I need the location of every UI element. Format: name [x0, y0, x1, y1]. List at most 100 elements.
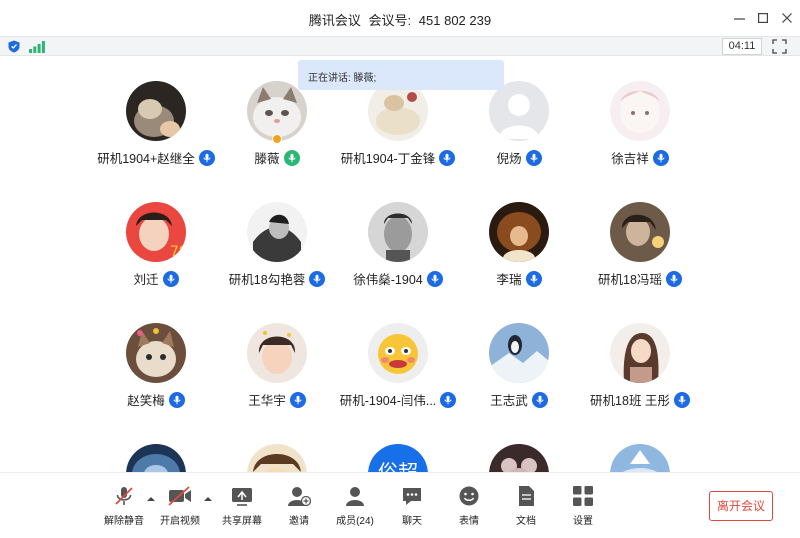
microphone-icon — [525, 270, 542, 287]
participant-name: 研机-1904-闫伟... — [339, 394, 437, 408]
speaking-indicator: 正在讲话: 滕薇; — [298, 60, 504, 90]
fullscreen-icon[interactable] — [772, 39, 787, 54]
microphone-muted-icon — [115, 487, 133, 505]
avatar-image: 79 — [126, 202, 186, 262]
microphone-icon — [531, 391, 548, 408]
microphone-icon — [673, 391, 690, 408]
participant-tile[interactable] — [207, 444, 347, 472]
meeting-toolbar: 解除静音 开启视频 共享屏幕 邀请 成员(24) 聊天 表情 文档 设置 离开会… — [0, 472, 800, 538]
avatar-image — [368, 202, 428, 262]
microphone-icon — [162, 270, 179, 287]
members-button[interactable]: 成员(24) — [327, 485, 383, 531]
network-signal-icon[interactable] — [29, 41, 45, 53]
avatar — [247, 323, 307, 383]
share-screen-button[interactable]: 共享屏幕 — [214, 485, 270, 531]
app-name: 腾讯会议 — [308, 13, 361, 28]
participant-name-row: 研机18班 王彤 — [550, 390, 730, 409]
close-icon — [782, 13, 792, 23]
close-button[interactable] — [774, 6, 800, 30]
meeting-id-label: 会议号: — [368, 13, 412, 28]
avatar-image — [247, 202, 307, 262]
avatar — [247, 81, 307, 141]
participant-name: 王华宇 — [248, 394, 286, 408]
unmute-label: 解除静音 — [104, 516, 144, 527]
avatar — [489, 444, 549, 472]
participant-name: 研机1904+赵继全 — [97, 152, 195, 166]
participant-name: 王志武 — [490, 394, 528, 408]
avatar — [489, 202, 549, 262]
maximize-button[interactable] — [750, 6, 776, 30]
microphone-icon — [168, 391, 185, 408]
share-screen-label: 共享屏幕 — [222, 516, 262, 527]
avatar — [610, 202, 670, 262]
chat-button[interactable]: 聊天 — [384, 485, 440, 531]
settings-button[interactable]: 设置 — [555, 485, 611, 531]
emoji-icon — [459, 486, 479, 506]
video-options-caret-icon[interactable] — [203, 495, 213, 503]
participant-name: 徐伟燊-1904 — [353, 273, 423, 287]
avatar-image — [489, 444, 549, 472]
avatar — [126, 444, 186, 472]
avatar-image — [610, 323, 670, 383]
meeting-id: 451 802 239 — [418, 13, 492, 28]
members-label: 成员(24) — [336, 516, 374, 527]
avatar-text: 俗超 — [368, 456, 428, 472]
start-video-button[interactable]: 开启视频 — [152, 485, 208, 531]
title-bar: 腾讯会议 会议号: 451 802 239 — [0, 0, 800, 36]
participant-tile[interactable] — [570, 444, 710, 472]
avatar-image — [610, 444, 670, 472]
avatar — [368, 202, 428, 262]
avatar: 俗超 — [368, 444, 428, 472]
participant-grid: 研机1904+赵继全 滕薇 研机1904-丁金锋 倪炀 徐吉祥 79 刘迁 研机… — [0, 56, 800, 472]
avatar-image — [368, 81, 428, 141]
security-shield-icon[interactable] — [8, 40, 20, 53]
participant-name: 刘迁 — [133, 273, 159, 287]
host-badge-icon — [272, 134, 282, 144]
default-avatar-image — [489, 81, 549, 141]
microphone-icon — [652, 149, 669, 166]
participant-name: 研机18冯瑶 — [598, 273, 662, 287]
avatar-image — [610, 81, 670, 141]
reactions-button[interactable]: 表情 — [441, 485, 497, 531]
avatar-image — [247, 81, 307, 141]
avatar-image — [247, 323, 307, 383]
participant-name: 赵笑梅 — [127, 394, 165, 408]
settings-label: 设置 — [573, 516, 593, 527]
chat-label: 聊天 — [402, 516, 422, 527]
avatar-image — [247, 444, 307, 472]
participant-tile[interactable]: 徐吉祥 — [570, 81, 710, 171]
unmute-button[interactable]: 解除静音 — [96, 485, 152, 531]
avatar: 79 — [126, 202, 186, 262]
add-user-icon — [288, 487, 311, 507]
avatar — [489, 323, 549, 383]
participant-tile[interactable]: 研机18冯瑶 — [570, 202, 710, 292]
camera-off-icon — [168, 486, 191, 506]
minimize-button[interactable] — [726, 6, 752, 30]
avatar — [610, 323, 670, 383]
status-bar: 04:11 — [0, 36, 800, 56]
start-video-label: 开启视频 — [160, 516, 200, 527]
participant-name: 李瑞 — [496, 273, 522, 287]
participant-name: 研机18勾艳蓉 — [228, 273, 306, 287]
docs-button[interactable]: 文档 — [498, 485, 554, 531]
avatar-image — [489, 323, 549, 383]
avatar — [489, 81, 549, 141]
svg-text:79: 79 — [170, 244, 186, 260]
participant-name: 滕薇 — [254, 152, 280, 166]
participant-tile[interactable]: 俗超 — [328, 444, 468, 472]
members-icon — [346, 487, 364, 506]
avatar-image — [126, 81, 186, 141]
invite-button[interactable]: 邀请 — [271, 485, 327, 531]
participant-tile[interactable]: 研机18班 王彤 — [570, 323, 710, 413]
invite-label: 邀请 — [289, 516, 309, 527]
microphone-icon — [289, 391, 306, 408]
avatar — [247, 202, 307, 262]
document-icon — [519, 486, 534, 506]
participant-tile[interactable] — [86, 444, 226, 472]
leave-meeting-button[interactable]: 离开会议 — [709, 491, 773, 521]
avatar — [126, 323, 186, 383]
maximize-icon — [758, 13, 768, 23]
avatar — [247, 444, 307, 472]
participant-name: 徐吉祥 — [611, 152, 649, 166]
participant-tile[interactable] — [449, 444, 589, 472]
